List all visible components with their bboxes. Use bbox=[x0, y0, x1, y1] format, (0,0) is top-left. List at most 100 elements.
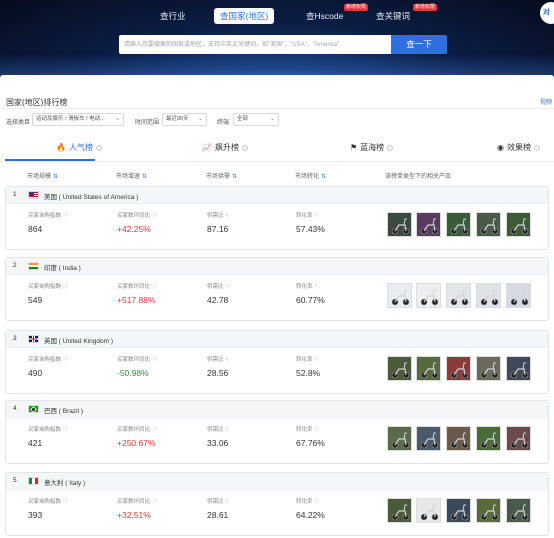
help-icon[interactable]: ⓘ bbox=[225, 357, 231, 363]
video-link[interactable]: 视频 bbox=[540, 97, 552, 106]
product-thumbnail[interactable] bbox=[446, 356, 471, 381]
tab-rising[interactable]: 📈 飙升榜? bbox=[202, 142, 248, 154]
category-select[interactable]: 运动及娱乐 / 滑板车 / 电动... ⌄ bbox=[32, 113, 124, 126]
metric-label: 转化率 ⓘ bbox=[296, 211, 320, 219]
product-thumbnail[interactable] bbox=[476, 426, 501, 451]
product-thumbnail[interactable] bbox=[506, 356, 531, 381]
product-thumbnail[interactable] bbox=[506, 426, 531, 451]
column-header-market-size[interactable]: 市场规模 ⇅ bbox=[27, 171, 58, 180]
product-thumbnail[interactable] bbox=[446, 283, 471, 308]
search-input[interactable] bbox=[119, 35, 391, 54]
help-icon[interactable]: ⓘ bbox=[314, 357, 320, 363]
metric-label-text: 买家数环同比 bbox=[117, 427, 151, 433]
product-thumbnail[interactable] bbox=[506, 212, 531, 237]
country-name[interactable]: 意大利 ( Italy ) bbox=[44, 477, 85, 487]
help-icon[interactable]: ⓘ bbox=[152, 357, 158, 363]
help-icon[interactable]: ⓘ bbox=[152, 284, 158, 290]
product-thumbnail[interactable] bbox=[416, 498, 441, 523]
help-icon[interactable]: ⓘ bbox=[63, 499, 69, 505]
scooter-image bbox=[450, 218, 469, 235]
time-range-select[interactable]: 最近30天 ⌄ bbox=[162, 113, 207, 126]
product-thumbnail[interactable] bbox=[506, 283, 531, 308]
product-thumbnail[interactable] bbox=[387, 498, 412, 523]
help-icon[interactable]: ⓘ bbox=[152, 499, 158, 505]
help-icon[interactable]: ⓘ bbox=[225, 213, 231, 219]
product-thumbnail[interactable] bbox=[476, 498, 501, 523]
tab-popularity[interactable]: 🔥 人气榜? bbox=[56, 142, 102, 154]
tab-country[interactable]: 查国家(地区) bbox=[214, 8, 275, 24]
product-thumbnail[interactable] bbox=[476, 356, 501, 381]
help-icon[interactable]: ⓘ bbox=[63, 427, 69, 433]
terminal-select[interactable]: 全部 ⌄ bbox=[233, 113, 279, 126]
help-icon[interactable]: ⓘ bbox=[63, 357, 69, 363]
help-icon[interactable]: ⓘ bbox=[63, 213, 69, 219]
product-thumbnail[interactable] bbox=[416, 426, 441, 451]
column-header-conversion[interactable]: 市场转化 ⇅ bbox=[295, 171, 326, 180]
metric-label: 买家询购指数 ⓘ bbox=[28, 355, 68, 363]
help-icon[interactable]: ⓘ bbox=[225, 284, 231, 290]
product-thumbnail[interactable] bbox=[416, 356, 441, 381]
country-card[interactable]: 1 美国 ( United States of America ) 买家询购指数 ⓘ… bbox=[5, 186, 549, 250]
search-button[interactable]: 查一下 bbox=[391, 35, 447, 54]
country-name[interactable]: 美国 ( United States of America ) bbox=[44, 191, 138, 201]
metric-value: 57.43% bbox=[296, 224, 325, 234]
sort-icon[interactable]: ⇅ bbox=[232, 174, 237, 180]
product-thumbnail[interactable] bbox=[387, 356, 412, 381]
help-icon[interactable]: ? bbox=[387, 145, 394, 151]
country-name[interactable]: 印度 ( India ) bbox=[44, 262, 81, 272]
country-card[interactable]: 3 英国 ( United Kingdom ) 买家询购指数 ⓘ 490 买家数环同比 … bbox=[5, 330, 549, 394]
tab-hscode[interactable]: 查Hscode 新增权限 bbox=[306, 4, 369, 24]
flag-icon bbox=[28, 191, 39, 199]
help-icon[interactable]: ⓘ bbox=[314, 213, 320, 219]
sort-icon[interactable]: ⇅ bbox=[142, 174, 147, 180]
country-card-header: 4 巴西 ( Brazil ) bbox=[6, 401, 548, 418]
product-thumbnail[interactable] bbox=[387, 283, 412, 308]
product-thumbnail[interactable] bbox=[476, 283, 501, 308]
metric-label: 供需比 ⓘ bbox=[207, 211, 231, 219]
product-thumbnail[interactable] bbox=[387, 426, 412, 451]
tab-blue-ocean[interactable]: ⚑ 蓝海榜? bbox=[350, 142, 394, 154]
help-icon[interactable]: ⓘ bbox=[152, 427, 158, 433]
metric-value: 490 bbox=[28, 368, 43, 378]
tab-effect[interactable]: ◉ 效果榜? bbox=[497, 142, 540, 154]
country-card[interactable]: 2 印度 ( India ) 买家询购指数 ⓘ 549 买家数环同比 ⓘ +517.88%… bbox=[5, 257, 549, 321]
tab-hscode-label: 查Hscode bbox=[306, 11, 344, 21]
product-thumbnail[interactable] bbox=[387, 212, 412, 237]
flame-icon: 🔥 bbox=[56, 143, 66, 152]
product-thumbnail[interactable] bbox=[446, 426, 471, 451]
country-name[interactable]: 巴西 ( Brazil ) bbox=[44, 405, 83, 415]
chevron-down-icon: ⌄ bbox=[114, 116, 120, 122]
product-thumbnail[interactable] bbox=[476, 212, 501, 237]
country-name[interactable]: 英国 ( United Kingdom ) bbox=[44, 335, 113, 345]
help-icon[interactable]: ? bbox=[533, 145, 540, 151]
help-icon[interactable]: ⓘ bbox=[314, 284, 320, 290]
tab-industry[interactable]: 查行业 bbox=[160, 8, 186, 24]
scooter-image bbox=[450, 504, 469, 521]
product-thumbnail[interactable] bbox=[446, 498, 471, 523]
metric-label-text: 供需比 bbox=[207, 284, 224, 290]
help-icon[interactable]: ⓘ bbox=[225, 499, 231, 505]
sort-icon[interactable]: ⇅ bbox=[53, 174, 58, 180]
country-card[interactable]: 4 巴西 ( Brazil ) 买家询购指数 ⓘ 421 买家数环同比 ⓘ +250.67… bbox=[5, 400, 549, 464]
search-banner: 查行业 查国家(地区) 查Hscode 新增权限 查关键词 新增权限 对 查一下 bbox=[0, 0, 554, 78]
help-icon[interactable]: ⓘ bbox=[63, 284, 69, 290]
product-thumbnail[interactable] bbox=[446, 212, 471, 237]
column-header-market-growth[interactable]: 市场增速 ⇅ bbox=[116, 171, 147, 180]
flag-icon bbox=[28, 477, 39, 485]
help-icon[interactable]: ⓘ bbox=[314, 499, 320, 505]
tab-keyword[interactable]: 查关键词 新增权限 bbox=[376, 4, 438, 24]
help-icon[interactable]: ⓘ bbox=[314, 427, 320, 433]
flag-icon bbox=[28, 405, 39, 413]
help-icon[interactable]: ? bbox=[95, 145, 102, 151]
column-header-supply-demand[interactable]: 市场供需 ⇅ bbox=[206, 171, 237, 180]
help-icon[interactable]: ⓘ bbox=[225, 427, 231, 433]
metric-value: 60.77% bbox=[296, 295, 325, 305]
filter-label-category: 选择类目 bbox=[6, 120, 31, 126]
help-icon[interactable]: ⓘ bbox=[152, 213, 158, 219]
product-thumbnail[interactable] bbox=[416, 212, 441, 237]
country-card[interactable]: 5 意大利 ( Italy ) 买家询购指数 ⓘ 393 买家数环同比 ⓘ +32.51%… bbox=[5, 472, 549, 536]
help-icon[interactable]: ? bbox=[241, 145, 248, 151]
product-thumbnail[interactable] bbox=[416, 283, 441, 308]
product-thumbnail[interactable] bbox=[506, 498, 531, 523]
sort-icon[interactable]: ⇅ bbox=[321, 174, 326, 180]
